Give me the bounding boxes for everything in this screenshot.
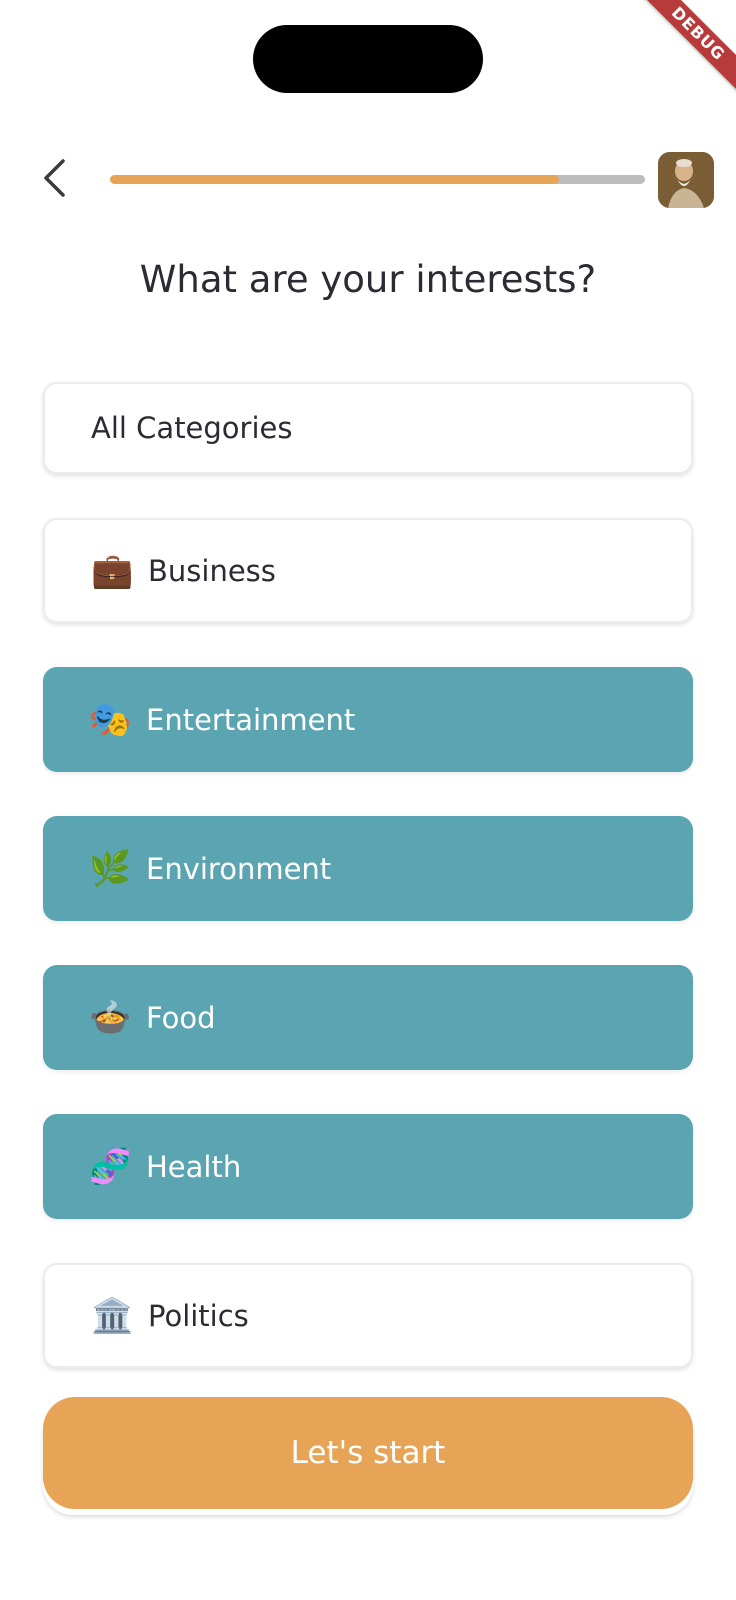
- camera-notch: [253, 25, 483, 93]
- avatar[interactable]: [658, 152, 714, 208]
- category-list: All Categories 💼 Business 🎭 Entertainmen…: [43, 382, 693, 1412]
- category-label: All Categories: [91, 411, 293, 445]
- chevron-left-icon: [44, 159, 65, 197]
- category-label: Environment: [146, 851, 332, 886]
- category-label: Entertainment: [146, 702, 356, 737]
- category-entertainment[interactable]: 🎭 Entertainment: [43, 667, 693, 772]
- theater-masks-icon: 🎭: [89, 699, 132, 740]
- category-label: Health: [146, 1149, 242, 1184]
- category-label: Business: [148, 553, 276, 588]
- category-environment[interactable]: 🌿 Environment: [43, 816, 693, 921]
- herb-icon: 🌿: [89, 848, 132, 889]
- category-label: Food: [146, 1000, 216, 1035]
- progress-bar: [110, 175, 645, 184]
- category-food[interactable]: 🍲 Food: [43, 965, 693, 1070]
- category-business[interactable]: 💼 Business: [43, 518, 693, 623]
- food-bowl-icon: 🍲: [89, 997, 132, 1038]
- category-politics[interactable]: 🏛️ Politics: [43, 1263, 693, 1368]
- category-health[interactable]: 🧬 Health: [43, 1114, 693, 1219]
- page-title: What are your interests?: [139, 258, 597, 301]
- briefcase-icon: 💼: [91, 550, 134, 591]
- category-all[interactable]: All Categories: [43, 382, 693, 474]
- debug-banner: DEBUG: [632, 0, 736, 100]
- classical-building-icon: 🏛️: [91, 1295, 134, 1336]
- back-button[interactable]: [36, 156, 72, 200]
- category-label: Politics: [148, 1298, 249, 1333]
- progress-fill: [110, 175, 560, 184]
- avatar-image: [658, 152, 714, 208]
- dna-icon: 🧬: [89, 1146, 132, 1187]
- start-button[interactable]: Let's start: [43, 1397, 693, 1509]
